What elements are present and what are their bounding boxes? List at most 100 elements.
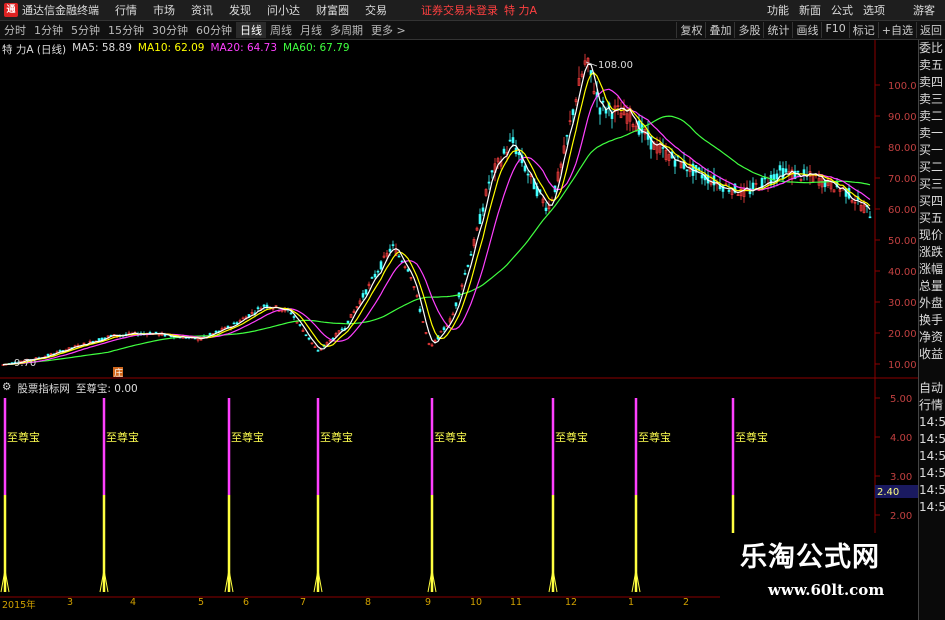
candle-body xyxy=(775,173,779,180)
side-label[interactable]: 14:56 xyxy=(919,414,945,431)
price-tick: 60.00 xyxy=(888,205,917,216)
side-label[interactable]: 卖四 xyxy=(919,74,945,91)
price-tick: 90.00 xyxy=(888,112,917,123)
candle-body xyxy=(391,244,395,246)
signal-bars xyxy=(0,398,738,593)
side-label[interactable]: 买二 xyxy=(919,159,945,176)
candle-body xyxy=(778,165,782,171)
signal-label: 至尊宝 xyxy=(434,431,467,444)
date-tick: 2 xyxy=(683,597,690,608)
candle-body xyxy=(292,316,296,318)
candle-body xyxy=(370,277,374,279)
price-tick: 20.00 xyxy=(888,329,917,340)
side-label[interactable]: 委比 xyxy=(919,40,945,57)
date-tick: 7 xyxy=(300,597,307,608)
side-label[interactable]: 现价 xyxy=(919,227,945,244)
back-button[interactable]: 返回 xyxy=(916,22,945,38)
ma60-line xyxy=(2,115,871,366)
price-tick: 10.00 xyxy=(888,360,917,371)
price-tick: 50.00 xyxy=(888,236,917,247)
indicator-legend: ⚙ 股票指标网 至尊宝: 0.00 xyxy=(2,381,138,396)
signal-label: 至尊宝 xyxy=(231,431,264,444)
signal-label: 至尊宝 xyxy=(320,431,353,444)
candle-body xyxy=(685,169,689,172)
side-label[interactable]: 14:56 xyxy=(919,482,945,499)
marker-text: 庄 xyxy=(114,367,123,379)
date-tick: 4 xyxy=(130,597,137,608)
date-tick: 12 xyxy=(565,597,578,608)
side-label[interactable]: 买三 xyxy=(919,176,945,193)
side-label[interactable]: 14:56 xyxy=(919,465,945,482)
side-label[interactable]: 净资 xyxy=(919,329,945,346)
ma5-line xyxy=(2,63,871,366)
side-label[interactable]: 14:56 xyxy=(919,431,945,448)
candle-body xyxy=(388,248,392,252)
candle-body xyxy=(364,289,368,295)
candle-body xyxy=(526,173,530,176)
side-label[interactable]: 收益 xyxy=(919,346,945,363)
date-tick: 8 xyxy=(365,597,372,608)
candle-body xyxy=(661,147,665,149)
side-label[interactable]: 14:56 xyxy=(919,499,945,516)
side-label[interactable]: 自动 xyxy=(919,380,945,397)
candle-body xyxy=(97,338,101,342)
price-tick: 40.00 xyxy=(888,267,917,278)
candle-body xyxy=(376,270,380,273)
side-label[interactable]: 买四 xyxy=(919,193,945,210)
side-label[interactable]: 涨跌 xyxy=(919,244,945,261)
side-label[interactable]: 卖三 xyxy=(919,91,945,108)
candle-body xyxy=(469,254,473,256)
side-label[interactable]: 买五 xyxy=(919,210,945,227)
candle-body xyxy=(571,109,575,116)
candle-body xyxy=(700,174,704,179)
date-tick: 5 xyxy=(198,597,205,608)
candle-body xyxy=(481,207,485,212)
side-label[interactable]: 换手 xyxy=(919,312,945,329)
candle-body xyxy=(454,302,458,307)
candle-body xyxy=(565,134,569,137)
side-label[interactable]: 行情 xyxy=(919,397,945,414)
watermark-url: www.60lt.com xyxy=(768,581,885,599)
indicator-tick: 4.00 xyxy=(890,433,912,444)
candle-body xyxy=(373,273,377,278)
candle-body xyxy=(307,337,311,340)
date-tick: 3 xyxy=(67,597,74,608)
candle-body xyxy=(673,160,677,167)
candle-body xyxy=(304,334,308,337)
signal-label: 至尊宝 xyxy=(106,431,139,444)
candle-body xyxy=(316,350,320,352)
candle-body xyxy=(802,169,806,175)
kline-chart[interactable]: 100.0 90.00 80.00 70.00 60.00 50.00 40.00 30.00… xyxy=(0,0,918,609)
side-label[interactable]: 卖一 xyxy=(919,125,945,142)
ma10-line xyxy=(2,72,871,366)
signal-label: 至尊宝 xyxy=(7,431,40,444)
gear-icon[interactable]: ⚙ xyxy=(2,381,11,396)
side-label[interactable]: 14:56 xyxy=(919,448,945,465)
candle-body xyxy=(379,261,383,270)
indicator-source[interactable]: 股票指标网 xyxy=(17,381,70,396)
candle-body xyxy=(598,107,602,115)
side-label[interactable]: 总量 xyxy=(919,278,945,295)
candle-body xyxy=(214,331,218,333)
date-tick: 6 xyxy=(243,597,250,608)
date-tick: 11 xyxy=(510,597,523,608)
candle-body xyxy=(868,216,872,219)
candle-body xyxy=(58,350,62,352)
indicator-axis: 5.00 4.00 3.00 2.00 xyxy=(875,394,912,522)
candle-body xyxy=(601,100,605,103)
signal-label: 至尊宝 xyxy=(638,431,671,444)
candle-body xyxy=(772,174,776,180)
candle-body xyxy=(490,170,494,173)
candle-body xyxy=(406,269,410,272)
side-label[interactable]: 买一 xyxy=(919,142,945,159)
candle-body xyxy=(289,312,293,315)
side-label[interactable]: 卖五 xyxy=(919,57,945,74)
candle-body xyxy=(439,330,443,333)
side-label[interactable]: 涨幅 xyxy=(919,261,945,278)
side-label[interactable]: 卖二 xyxy=(919,108,945,125)
signal-label: 至尊宝 xyxy=(735,431,768,444)
candle-body xyxy=(502,148,506,154)
side-label[interactable]: 外盘 xyxy=(919,295,945,312)
candle-body xyxy=(727,190,731,192)
side-label[interactable] xyxy=(919,363,945,380)
